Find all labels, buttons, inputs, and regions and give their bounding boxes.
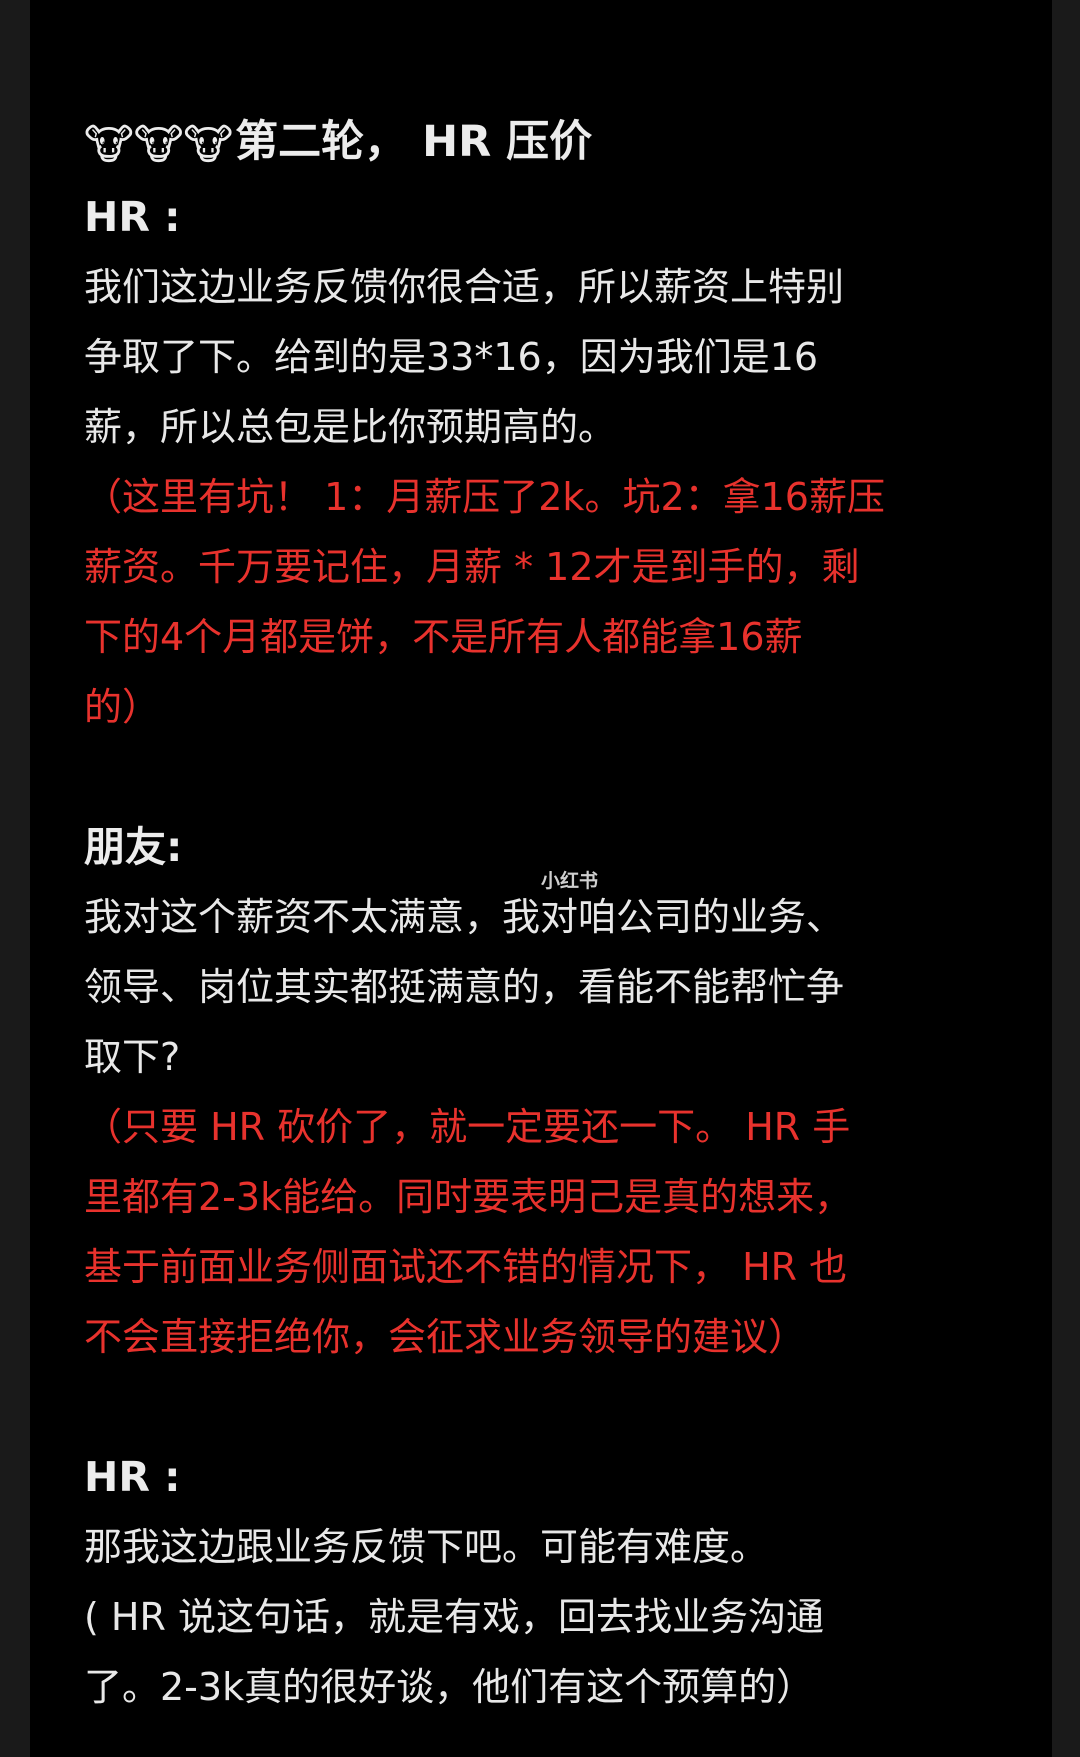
post-content: 🐮🐮🐮第二轮， HR 压价 HR : 我们这边业务反馈你很合适，所以薪资上特别 … xyxy=(84,102,984,1722)
tip-note-line: 不会直接拒绝你，会征求业务领导的建议） xyxy=(84,1315,807,1359)
hr-message-line: 薪，所以总包是比你预期高的。 xyxy=(84,405,617,449)
friend-message-line: 我对这个薪资不太满意，我对咱公司的业务、 xyxy=(84,895,845,939)
hr-message-line: 我们这边业务反馈你很合适，所以薪资上特别 xyxy=(84,265,845,309)
warning-note-line: 薪资。千万要记住，月薪 * 12才是到手的，剩 xyxy=(84,545,860,589)
tip-note-line: 基于前面业务侧面试还不错的情况下， HR 也 xyxy=(84,1245,848,1289)
tip-note-line: 里都有2-3k能给。同时要表明己是真的想来， xyxy=(84,1175,853,1219)
warning-note-line: （这里有坑！ 1：月薪压了2k。坑2：拿16薪压 xyxy=(84,475,885,519)
speaker-label-hr: HR : xyxy=(84,1453,181,1501)
hr-message-line: 了。2-3k真的很好谈，他们有这个预算的） xyxy=(84,1665,815,1709)
speaker-label-hr: HR : xyxy=(84,193,181,241)
tip-note-line: （只要 HR 砍价了，就一定要还一下。 HR 手 xyxy=(84,1105,851,1149)
friend-message-line: 取下? xyxy=(84,1035,181,1079)
hr-message-line: 那我这边跟业务反馈下吧。可能有难度。 xyxy=(84,1525,769,1569)
post-page: 🐮🐮🐮第二轮， HR 压价 HR : 我们这边业务反馈你很合适，所以薪资上特别 … xyxy=(30,0,1052,1757)
speaker-label-friend: 朋友: xyxy=(84,823,183,871)
xiaohongshu-watermark: 小红书 xyxy=(541,870,599,892)
warning-note-line: 的） xyxy=(84,685,161,729)
heading-text: 第二轮， HR 压价 xyxy=(235,117,593,167)
cow-emoji-icon: 🐮🐮🐮 xyxy=(84,119,234,169)
friend-message-line: 领导、岗位其实都挺满意的，看能不能帮忙争 xyxy=(84,965,845,1009)
warning-note-line: 下的4个月都是饼，不是所有人都能拿16薪 xyxy=(84,615,803,659)
section-heading: 🐮🐮🐮第二轮， HR 压价 xyxy=(84,102,984,182)
hr-message-line: ( HR 说这句话，就是有戏，回去找业务沟通 xyxy=(84,1595,824,1639)
hr-message-line: 争取了下。给到的是33*16，因为我们是16 xyxy=(84,335,819,379)
